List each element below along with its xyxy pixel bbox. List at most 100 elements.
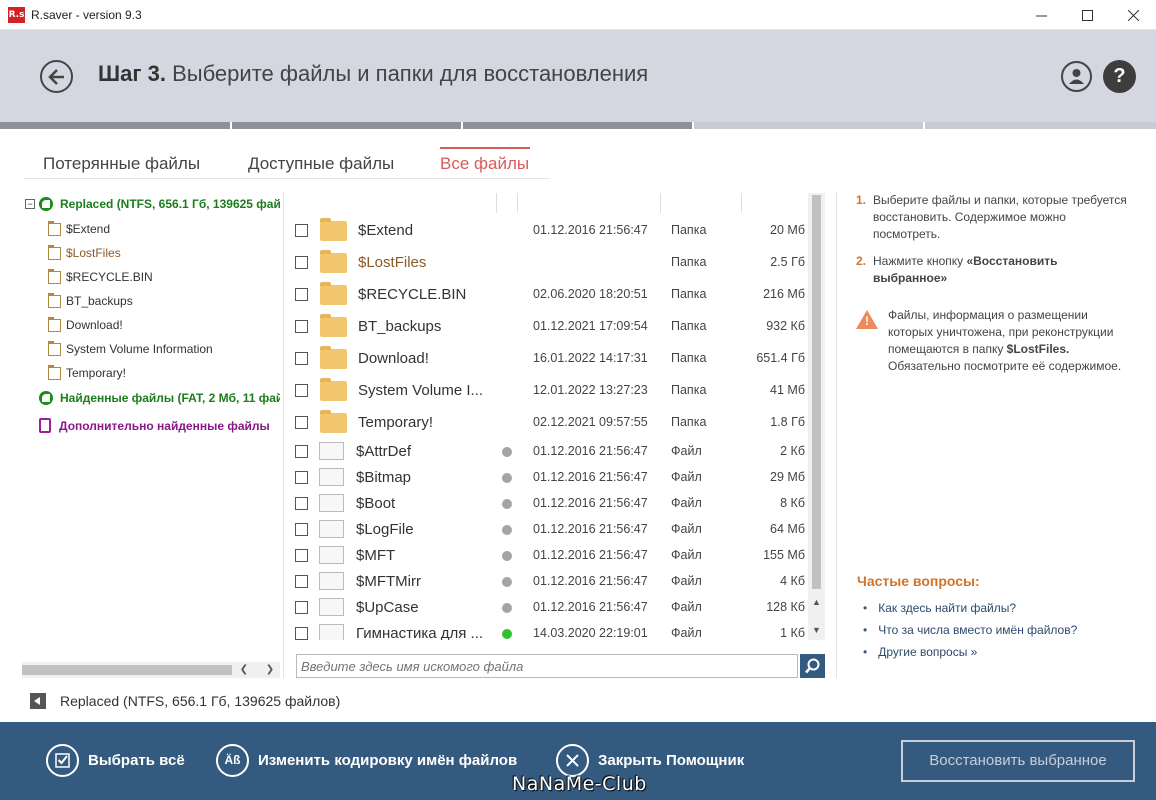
row-checkbox[interactable] [295, 320, 308, 333]
status-dot [502, 473, 512, 483]
file-type: Папка [671, 287, 707, 301]
file-date: 02.06.2020 18:20:51 [533, 287, 648, 301]
maximize-icon [1081, 10, 1093, 21]
file-name: $MFTMirr [356, 573, 421, 590]
tree-item-extend[interactable]: $Extend [22, 217, 280, 241]
file-row[interactable]: $MFTMirr 01.12.2016 21:56:47 Файл 4 Кб [290, 569, 808, 595]
file-row[interactable]: $Boot 01.12.2016 21:56:47 Файл 8 Кб [290, 491, 808, 517]
file-type: Файл [671, 444, 702, 458]
column-separator[interactable] [517, 193, 518, 213]
row-checkbox[interactable] [295, 523, 308, 536]
row-checkbox[interactable] [295, 627, 308, 640]
file-name: $LogFile [356, 521, 414, 538]
file-row[interactable]: System Volume I... 12.01.2022 13:27:23 П… [290, 374, 808, 406]
tree-item-bt-backups[interactable]: BT_backups [22, 289, 280, 313]
folder-icon [48, 293, 61, 308]
scroll-down-icon[interactable]: ▼ [808, 623, 825, 637]
file-date: 01.12.2016 21:56:47 [533, 522, 648, 536]
file-row[interactable]: Гимнастика для ... 14.03.2020 22:19:01 Ф… [290, 621, 808, 640]
file-row[interactable]: $RECYCLE.BIN 02.06.2020 18:20:51 Папка 2… [290, 278, 808, 310]
row-checkbox[interactable] [295, 256, 308, 269]
faq-link[interactable]: • Как здесь найти файлы? [863, 601, 1016, 615]
warning-text-end: Обязательно посмотрите её содержимое. [888, 359, 1122, 373]
restore-selected-button[interactable]: Восстановить выбранное [901, 740, 1135, 782]
tab-lost-files[interactable]: Потерянные файлы [43, 154, 200, 174]
row-checkbox[interactable] [295, 497, 308, 510]
tree-item-system-volume[interactable]: System Volume Information [22, 337, 280, 361]
file-row[interactable]: $MFT 01.12.2016 21:56:47 Файл 155 Мб [290, 543, 808, 569]
back-button[interactable] [40, 60, 73, 93]
disk-icon [39, 197, 53, 211]
select-all-label: Выбрать всё [88, 752, 185, 769]
collapse-icon[interactable]: − [25, 199, 35, 209]
tab-all-files[interactable]: Все файлы [440, 154, 529, 174]
file-icon [319, 520, 344, 538]
scrollbar-thumb[interactable] [812, 195, 821, 589]
tree-item-found-files[interactable]: Найденные файлы (FAT, 2 Мб, 11 файлов) [22, 386, 280, 410]
file-row[interactable]: $Extend 01.12.2016 21:56:47 Папка 20 Мб [290, 214, 808, 246]
file-date: 01.12.2016 21:56:47 [533, 470, 648, 484]
scrollbar-thumb[interactable] [22, 665, 232, 675]
tree-item-recycle-bin[interactable]: $RECYCLE.BIN [22, 265, 280, 289]
faq-link[interactable]: • Что за числа вместо имён файлов? [863, 623, 1077, 637]
maximize-button[interactable] [1064, 0, 1110, 30]
file-row[interactable]: BT_backups 01.12.2021 17:09:54 Папка 932… [290, 310, 808, 342]
column-separator[interactable] [741, 193, 742, 213]
scroll-left-icon[interactable]: ❮ [236, 662, 252, 678]
file-row[interactable]: $UpCase 01.12.2016 21:56:47 Файл 128 Кб [290, 595, 808, 621]
file-type: Папка [671, 319, 707, 333]
close-icon [1127, 9, 1139, 22]
row-checkbox[interactable] [295, 224, 308, 237]
file-row[interactable]: Temporary! 02.12.2021 09:57:55 Папка 1.8… [290, 406, 808, 438]
file-row[interactable]: Download! 16.01.2022 14:17:31 Папка 651.… [290, 342, 808, 374]
file-row[interactable]: $LogFile 01.12.2016 21:56:47 Файл 64 Мб [290, 517, 808, 543]
folder-icon [320, 410, 347, 433]
status-text: Replaced (NTFS, 656.1 Гб, 139625 файлов) [60, 693, 341, 709]
file-row[interactable]: $LostFiles Папка 2.5 Гб [290, 246, 808, 278]
scroll-right-icon[interactable]: ❯ [262, 662, 278, 678]
warning-emphasis: $LostFiles. [1006, 342, 1070, 356]
scroll-up-icon[interactable]: ▲ [808, 595, 825, 609]
disk-icon [39, 391, 53, 405]
account-button[interactable] [1061, 61, 1092, 92]
search-button[interactable] [800, 654, 825, 678]
row-checkbox[interactable] [295, 416, 308, 429]
tree-item-lostfiles[interactable]: $LostFiles [22, 241, 280, 265]
file-icon [319, 442, 344, 460]
row-checkbox[interactable] [295, 352, 308, 365]
app-icon: R.s [8, 7, 25, 23]
tab-available-files[interactable]: Доступные файлы [248, 154, 394, 174]
help-button[interactable]: ? [1103, 60, 1136, 93]
row-checkbox[interactable] [295, 384, 308, 397]
faq-link[interactable]: • Другие вопросы » [863, 645, 977, 659]
close-wizard-label: Закрыть Помощник [598, 752, 745, 769]
collapse-panel-icon[interactable] [30, 693, 46, 709]
pane-divider [283, 192, 284, 678]
row-checkbox[interactable] [295, 288, 308, 301]
lostfiles-warning: Файлы, информация о размещении которых у… [888, 307, 1132, 375]
file-name: System Volume I... [358, 382, 484, 399]
file-date: 01.12.2016 21:56:47 [533, 574, 648, 588]
tree-item-label: $RECYCLE.BIN [66, 270, 153, 284]
tree-item-replaced[interactable]: − Replaced (NTFS, 656.1 Гб, 139625 файло… [22, 192, 280, 216]
file-row[interactable]: $Bitmap 01.12.2016 21:56:47 Файл 29 Мб [290, 465, 808, 491]
tree-item-temporary[interactable]: Temporary! [22, 361, 280, 385]
column-separator[interactable] [660, 193, 661, 213]
row-checkbox[interactable] [295, 471, 308, 484]
row-checkbox[interactable] [295, 575, 308, 588]
minimize-button[interactable] [1018, 0, 1064, 30]
encoding-icon: Äß [216, 744, 249, 777]
row-checkbox[interactable] [295, 445, 308, 458]
row-checkbox[interactable] [295, 549, 308, 562]
tree-item-extra-found[interactable]: Дополнительно найденные файлы [22, 414, 280, 438]
tree-horizontal-scrollbar[interactable]: ❮ ❯ [22, 662, 280, 678]
row-checkbox[interactable] [295, 601, 308, 614]
tree-item-download[interactable]: Download! [22, 313, 280, 337]
column-separator[interactable] [496, 193, 497, 213]
step-text-prefix: Нажмите кнопку [873, 254, 967, 268]
file-row[interactable]: $AttrDef 01.12.2016 21:56:47 Файл 2 Кб [290, 439, 808, 465]
file-type: Папка [671, 383, 707, 397]
file-list-vertical-scrollbar[interactable]: ▲ ▼ [808, 193, 825, 640]
file-search-input[interactable] [296, 654, 798, 678]
close-window-button[interactable] [1110, 0, 1156, 30]
